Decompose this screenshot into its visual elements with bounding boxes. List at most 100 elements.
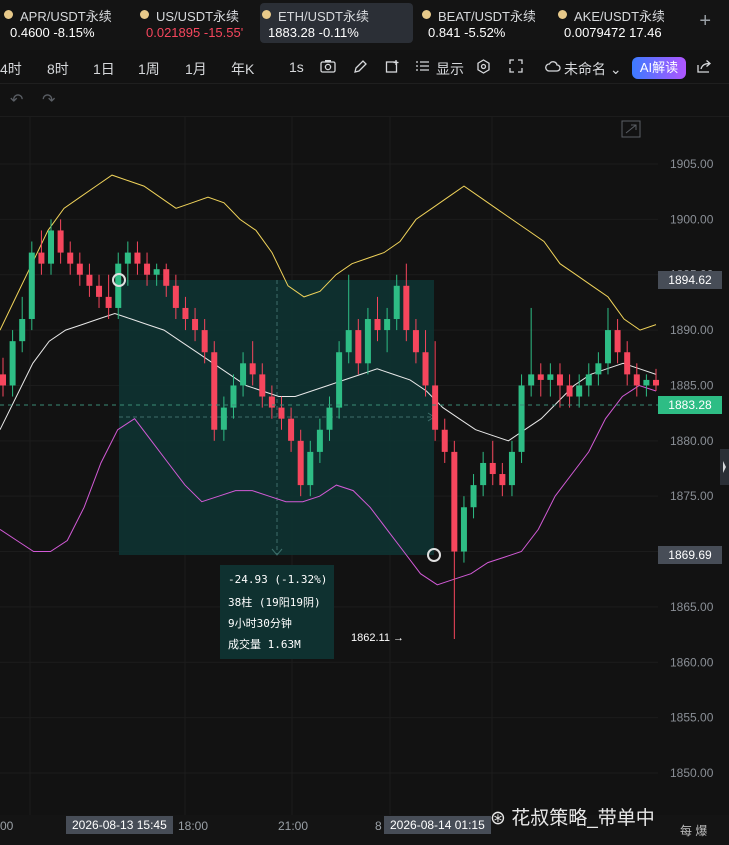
candle-body xyxy=(316,429,323,452)
candle-body xyxy=(412,330,419,353)
low-price-label: 1862.11 → xyxy=(351,632,405,644)
coin-icon xyxy=(262,10,271,19)
layout-name-dropdown[interactable]: 未命名 ⌄ xyxy=(564,59,622,79)
candle-body xyxy=(28,252,35,320)
ticker-eth[interactable]: ETH/USDT永续 1883.28 -0.11% xyxy=(260,3,413,43)
candle-body xyxy=(153,269,160,275)
price-label-top: 1894.62 xyxy=(658,271,722,289)
ai-analysis-button[interactable]: AI解读 xyxy=(632,57,686,79)
candle-body xyxy=(278,407,285,419)
candle-body xyxy=(326,407,333,430)
coin-icon xyxy=(140,10,149,19)
candle-body xyxy=(576,385,583,397)
interval-1y[interactable]: 年K xyxy=(231,59,254,79)
price-tick-label: 1855.00 xyxy=(670,711,714,725)
candle-body xyxy=(76,263,83,275)
watermark: ⊛ 花叔策略_带单中 xyxy=(490,808,655,829)
candle-body xyxy=(547,374,554,380)
candle-body xyxy=(259,374,266,397)
measure-change: -24.93 (-1.32%) xyxy=(228,573,328,586)
price-chart[interactable]: 1905.001900.001895.001890.001885.001880.… xyxy=(0,117,729,815)
candle-body xyxy=(9,341,16,386)
interval-4h[interactable]: 4时 xyxy=(0,59,22,79)
candle-body xyxy=(489,462,496,475)
candle-body xyxy=(124,252,131,264)
candle-body xyxy=(518,385,525,452)
ticker-name: US/USDT永续 xyxy=(156,9,240,24)
candle-body xyxy=(249,363,256,375)
candle-body xyxy=(0,374,6,386)
candle-body xyxy=(163,269,170,286)
settings-hex-icon[interactable] xyxy=(476,59,491,77)
indicator-menu-icon[interactable] xyxy=(415,59,430,76)
interval-1d[interactable]: 1日 xyxy=(93,59,115,79)
camera-icon[interactable] xyxy=(320,59,336,76)
time-highlight-end: 2026-08-14 01:15 xyxy=(384,816,491,834)
measure-duration: 9小时30分钟 xyxy=(228,617,292,630)
time-highlight-start: 2026-08-13 15:45 xyxy=(66,816,173,834)
ticker-price: 0.841 -5.52% xyxy=(428,25,506,40)
price-tick-label: 1900.00 xyxy=(670,212,714,226)
candle-body xyxy=(374,319,381,331)
candle-body xyxy=(384,319,391,331)
ticker-name: BEAT/USDT永续 xyxy=(438,9,535,24)
candle-body xyxy=(288,418,295,441)
fullscreen-icon[interactable] xyxy=(509,59,523,76)
candle-body xyxy=(86,274,93,286)
undo-icon[interactable]: ↶ xyxy=(10,90,23,110)
candle-body xyxy=(643,379,650,386)
interval-8h[interactable]: 8时 xyxy=(47,59,69,79)
ticker-price: 0.0079472 17.46 xyxy=(564,25,662,40)
interval-1m[interactable]: 1月 xyxy=(185,59,207,79)
candle-body xyxy=(355,330,362,364)
candle-body xyxy=(432,385,439,430)
candle-body xyxy=(182,307,189,320)
share-icon[interactable] xyxy=(697,59,712,76)
candle-body xyxy=(422,352,429,386)
candle-body xyxy=(345,330,352,353)
measure-bars: 38柱 (19阳19阴) xyxy=(228,596,321,609)
candle-body xyxy=(460,507,467,552)
ticker-ake[interactable]: AKE/USDT永续 0.0079472 17.46 xyxy=(556,3,664,43)
candle-body xyxy=(364,319,371,364)
ticker-apr[interactable]: APR/USDT永续 0.4600 -8.15% xyxy=(2,3,127,43)
cloud-icon[interactable] xyxy=(545,59,561,75)
candle-body xyxy=(508,451,515,486)
candle-body xyxy=(192,319,199,331)
ticker-name: AKE/USDT永续 xyxy=(574,9,664,24)
candle-body xyxy=(528,374,535,386)
ticker-us[interactable]: US/USDT永续 0.021895 -15.55' xyxy=(138,3,258,43)
indicator-display-label[interactable]: 显示 xyxy=(436,59,464,79)
coin-icon xyxy=(4,10,13,19)
interval-1s[interactable]: 1s xyxy=(289,59,304,75)
pencil-icon[interactable] xyxy=(353,59,368,77)
ticker-price: 0.021895 -15.55' xyxy=(146,25,244,40)
candle-body xyxy=(614,330,621,353)
candle-body xyxy=(134,252,141,264)
candle-body xyxy=(585,374,592,386)
candle-body xyxy=(595,363,602,375)
chart-toolbar: 4时 8时 1日 1周 1月 年K 1s 显示 未命名 ⌄ xyxy=(0,51,729,84)
interval-1w[interactable]: 1周 xyxy=(138,59,160,79)
redo-icon[interactable]: ↷ xyxy=(42,90,55,110)
ticker-beat[interactable]: BEAT/USDT永续 0.841 -5.52% xyxy=(420,3,535,43)
add-ticker-icon[interactable]: + xyxy=(699,10,711,33)
price-tick-label: 1865.00 xyxy=(670,600,714,614)
candle-body xyxy=(240,363,247,386)
candle-body xyxy=(653,379,659,386)
candle-body xyxy=(57,230,64,253)
time-tick: 8 xyxy=(375,819,382,833)
candle-body xyxy=(96,285,103,297)
candle-body xyxy=(470,485,477,508)
candle-body xyxy=(393,285,400,320)
candle-body xyxy=(144,263,151,275)
candle-body xyxy=(307,451,314,486)
candle-body xyxy=(230,385,237,408)
candle-body xyxy=(566,385,573,397)
measure-volume: 成交量 1.63M xyxy=(228,638,301,651)
measure-info-box: -24.93 (-1.32%) 38柱 (19阳19阴) 9小时30分钟 成交量… xyxy=(220,565,334,659)
price-tick-label: 1890.00 xyxy=(670,323,714,337)
add-layout-icon[interactable] xyxy=(385,59,400,77)
price-label-current: 1883.28 xyxy=(658,396,722,414)
candle-body xyxy=(633,374,640,386)
